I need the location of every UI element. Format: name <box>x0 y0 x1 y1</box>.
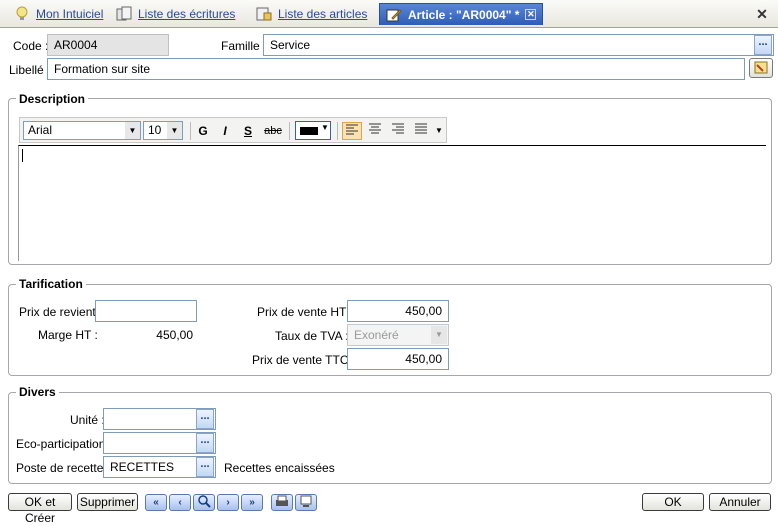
tab-bar: Mon Intuiciel Liste des écritures Liste … <box>0 0 778 28</box>
eco-label: Eco-participation : <box>16 437 113 451</box>
text-color-button[interactable]: ▼ <box>295 121 331 140</box>
tab-close-icon[interactable]: ✕ <box>525 9 537 20</box>
prix-revient-label: Prix de revient : <box>19 305 103 319</box>
unite-label: Unité : <box>70 413 105 427</box>
previous-record-button[interactable]: ‹ <box>169 494 191 511</box>
note-icon <box>754 61 768 74</box>
double-chevron-right-icon: » <box>249 497 255 508</box>
tab-label: Article : "AR0004" * <box>408 7 520 22</box>
align-left-icon <box>346 124 358 135</box>
code-field: AR0004 <box>47 34 169 56</box>
color-swatch <box>300 127 318 135</box>
tab-article-ar0004[interactable]: Article : "AR0004" * ✕ <box>379 3 544 25</box>
align-right-icon <box>392 123 404 134</box>
tab-liste-ecritures[interactable]: Liste des écritures <box>116 3 235 25</box>
famille-field[interactable]: Service <box>263 34 774 56</box>
prix-ttc-label: Prix de vente TTC : <box>252 353 356 367</box>
libelle-translate-button[interactable] <box>749 58 773 78</box>
tab-label: Mon Intuiciel <box>36 7 104 21</box>
description-editor[interactable] <box>18 145 766 261</box>
chevron-down-icon: ▼ <box>431 326 447 344</box>
first-record-button[interactable]: « <box>145 494 167 511</box>
toolbar-separator <box>190 122 191 140</box>
print-button[interactable] <box>271 494 293 511</box>
toolbar-separator <box>289 122 290 140</box>
divers-title: Divers <box>16 385 59 399</box>
code-label: Code : <box>13 39 49 53</box>
toolbar-overflow-icon[interactable]: ▼ <box>433 122 445 140</box>
last-record-button[interactable]: » <box>241 494 263 511</box>
align-justify-icon <box>415 123 427 134</box>
libelle-field[interactable]: Formation sur site <box>47 58 745 80</box>
poste-picker-button[interactable]: ... <box>196 457 214 477</box>
font-size-select[interactable]: 10 ▼ <box>143 121 183 140</box>
marge-value: 450,00 <box>156 328 193 342</box>
underline-button[interactable]: S <box>238 122 258 140</box>
tab-mon-intuiciel[interactable]: Mon Intuiciel <box>14 3 103 25</box>
lightbulb-icon <box>14 6 30 22</box>
article-list-icon <box>256 6 272 22</box>
eco-picker-button[interactable]: ... <box>196 433 214 453</box>
chevron-down-icon: ▼ <box>321 123 329 132</box>
text-cursor <box>22 149 23 162</box>
tab-liste-articles[interactable]: Liste des articles <box>256 3 367 25</box>
editor-toolbar: Arial ▼ 10 ▼ G I S abc ▼ ▼ <box>19 117 447 143</box>
chevron-right-icon: › <box>226 497 230 508</box>
tab-label: Liste des articles <box>278 7 368 21</box>
ok-button[interactable]: OK <box>642 493 704 511</box>
documents-icon <box>116 6 132 22</box>
annuler-button[interactable]: Annuler <box>709 493 771 511</box>
article-edit-icon <box>386 7 402 23</box>
italic-button[interactable]: I <box>215 122 235 140</box>
poste-description: Recettes encaissées <box>224 461 335 475</box>
prix-revient-field[interactable] <box>95 300 197 322</box>
tva-label: Taux de TVA : <box>275 329 349 343</box>
supprimer-button[interactable]: Supprimer <box>77 493 138 511</box>
poste-label: Poste de recette : <box>16 461 111 475</box>
align-center-icon <box>369 123 381 134</box>
bold-button[interactable]: G <box>193 122 213 140</box>
align-left-button[interactable] <box>342 122 362 140</box>
close-window-icon[interactable]: ✕ <box>754 6 770 22</box>
align-right-button[interactable] <box>388 122 408 140</box>
toolbar-separator <box>337 122 338 140</box>
next-record-button[interactable]: › <box>217 494 239 511</box>
tva-select: Exonéré ▼ <box>347 324 449 346</box>
search-icon <box>198 495 211 508</box>
align-center-button[interactable] <box>365 122 385 140</box>
unite-picker-button[interactable]: ... <box>196 409 214 429</box>
font-select[interactable]: Arial ▼ <box>23 121 141 140</box>
libelle-label: Libellé : <box>9 63 51 77</box>
marge-label: Marge HT : <box>38 328 98 342</box>
prix-ht-field[interactable]: 450,00 <box>347 300 449 322</box>
align-justify-button[interactable] <box>411 122 431 140</box>
printer-icon <box>276 495 288 506</box>
tab-label: Liste des écritures <box>138 7 236 21</box>
famille-label: Famille : <box>221 39 267 53</box>
chevron-left-icon: ‹ <box>178 497 182 508</box>
ok-creer-button[interactable]: OK et Créer <box>8 493 72 525</box>
description-title: Description <box>16 92 89 106</box>
chevron-down-icon: ▼ <box>167 122 182 139</box>
chevron-down-icon: ▼ <box>125 122 140 139</box>
search-record-button[interactable] <box>193 494 215 511</box>
famille-picker-button[interactable]: ... <box>754 35 772 55</box>
strikethrough-button[interactable]: abc <box>261 122 285 140</box>
tarification-title: Tarification <box>16 277 86 291</box>
preview-button[interactable] <box>295 494 317 511</box>
monitor-icon <box>300 495 312 507</box>
prix-ttc-field[interactable]: 450,00 <box>347 348 449 370</box>
double-chevron-left-icon: « <box>153 497 159 508</box>
prix-ht-label: Prix de vente HT : <box>257 305 353 319</box>
